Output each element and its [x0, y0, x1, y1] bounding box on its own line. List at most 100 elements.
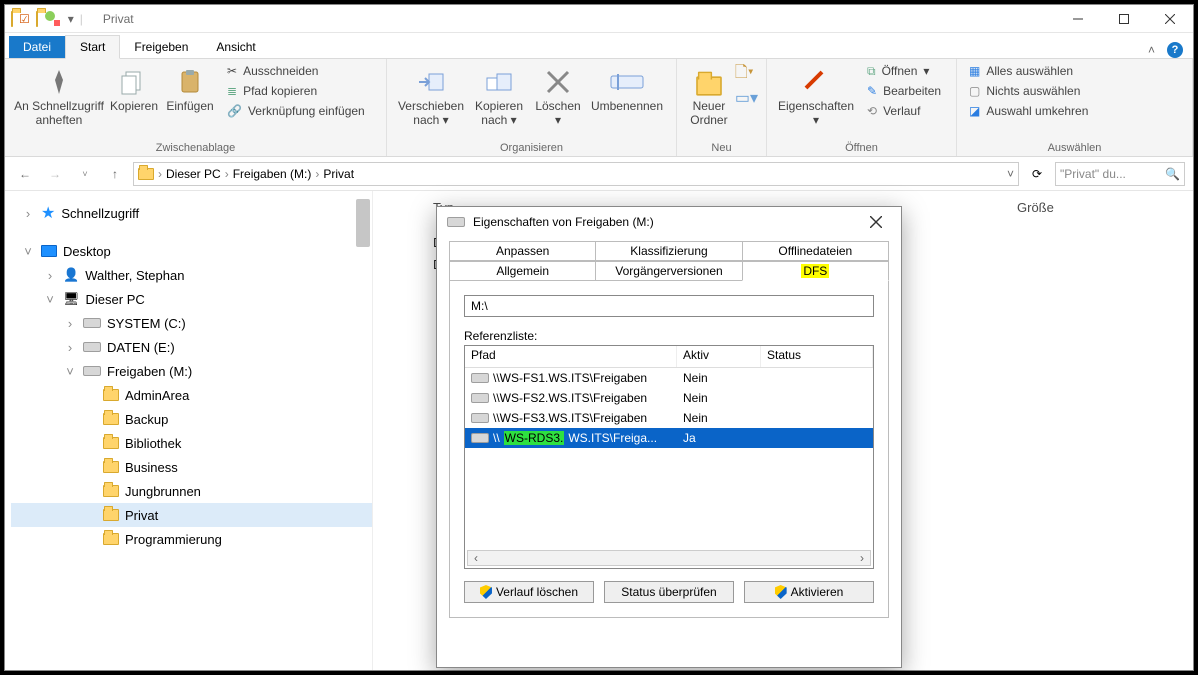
select-none-button[interactable]: ▢Nichts auswählen	[965, 81, 1092, 101]
paste-button[interactable]: Einfügen	[163, 61, 217, 113]
col-status[interactable]: Status	[761, 346, 873, 367]
minimize-button[interactable]	[1055, 5, 1101, 33]
new-item-icon[interactable]: 🗋▾	[735, 61, 758, 88]
pin-quickaccess-label: An Schnellzugriff anheften	[13, 99, 105, 127]
tree-folder[interactable]: AdminArea	[11, 383, 372, 407]
copy-to-label: Kopieren nach	[475, 99, 523, 127]
reference-list[interactable]: Pfad Aktiv Status \\WS-FS1.WS.ITS\Freiga…	[464, 345, 874, 569]
edit-button[interactable]: ✎Bearbeiten	[863, 81, 945, 101]
breadcrumb-part[interactable]: Dieser PC›	[166, 167, 229, 181]
activate-button[interactable]: Aktivieren	[744, 581, 874, 603]
tree-desktop[interactable]: ˅Desktop	[11, 239, 372, 263]
invert-label: Auswahl umkehren	[986, 104, 1088, 118]
tree-thispc[interactable]: ˅🖥Dieser PC	[11, 287, 372, 311]
qat-checkbox-icon[interactable]: ☑	[19, 12, 30, 26]
button-label: Status überprüfen	[621, 585, 716, 599]
tree-folder-selected[interactable]: Privat	[11, 503, 372, 527]
tree-scrollbar[interactable]	[356, 199, 370, 247]
reference-row[interactable]: \\WS-RDS3.WS.ITS\Freiga...Ja	[465, 428, 873, 448]
drive-icon	[83, 366, 101, 376]
dialog-tab-offlinedateien[interactable]: Offlinedateien	[742, 241, 889, 261]
new-folder-label: Neuer Ordner	[685, 99, 733, 127]
breadcrumb-part[interactable]: Privat	[323, 167, 354, 181]
rename-button[interactable]: Umbenennen	[587, 61, 667, 113]
reference-list-header[interactable]: Pfad Aktiv Status	[465, 346, 873, 368]
move-to-button[interactable]: Verschieben nach ▾	[395, 61, 467, 127]
clear-history-button[interactable]: Verlauf löschen	[464, 581, 594, 603]
back-button[interactable]: ←	[13, 162, 37, 186]
tree-volume-m[interactable]: ˅Freigaben (M:)	[11, 359, 372, 383]
reference-list-hscroll[interactable]: ‹ ›	[467, 550, 871, 566]
invert-selection-button[interactable]: ◪Auswahl umkehren	[965, 101, 1092, 121]
recent-locations-button[interactable]: ˅	[73, 162, 97, 186]
tree-folder[interactable]: Programmierung	[11, 527, 372, 551]
copy-button[interactable]: Kopieren	[107, 61, 161, 113]
properties-label: Eigenschaften	[778, 99, 854, 113]
column-size[interactable]: Größe	[1017, 200, 1054, 215]
search-input[interactable]: "Privat" du... 🔍	[1055, 162, 1185, 186]
scroll-right-icon[interactable]: ›	[854, 551, 870, 565]
ref-active-cell: Nein	[677, 391, 761, 405]
dialog-tab-klassifizierung[interactable]: Klassifizierung	[595, 241, 742, 261]
help-icon[interactable]: ?	[1167, 42, 1183, 58]
tree-volume-c[interactable]: ›SYSTEM (C:)	[11, 311, 372, 335]
tree-label: DATEN (E:)	[107, 340, 175, 355]
dfs-path-input[interactable]: M:\	[464, 295, 874, 317]
star-icon: ★	[41, 203, 55, 223]
cut-button[interactable]: ✂Ausschneiden	[223, 61, 369, 81]
copy-path-button[interactable]: ≣Pfad kopieren	[223, 81, 369, 101]
check-status-button[interactable]: Status überprüfen	[604, 581, 734, 603]
col-path[interactable]: Pfad	[465, 346, 677, 367]
qat-folder2-icon[interactable]	[36, 12, 38, 26]
reference-row[interactable]: \\WS-FS3.WS.ITS\FreigabenNein	[465, 408, 873, 428]
breadcrumb-dropdown-icon[interactable]: ˅	[1007, 167, 1014, 181]
tab-start[interactable]: Start	[65, 35, 120, 59]
copy-to-button[interactable]: Kopieren nach ▾	[469, 61, 529, 127]
breadcrumb-label: Freigaben (M:)	[233, 167, 312, 181]
reference-row[interactable]: \\WS-FS1.WS.ITS\FreigabenNein	[465, 368, 873, 388]
forward-button[interactable]: →	[43, 162, 67, 186]
tree-label: Schnellzugriff	[61, 206, 139, 221]
breadcrumb[interactable]: › Dieser PC› Freigaben (M:)› Privat ˅	[133, 162, 1019, 186]
properties-button[interactable]: Eigenschaften ▾	[775, 61, 857, 127]
pin-quickaccess-button[interactable]: An Schnellzugriff anheften	[13, 61, 105, 127]
reference-row[interactable]: \\WS-FS2.WS.ITS\FreigabenNein	[465, 388, 873, 408]
close-button[interactable]	[1147, 5, 1193, 33]
tree-quickaccess[interactable]: ›★Schnellzugriff	[11, 201, 372, 225]
refresh-button[interactable]: ⟳	[1025, 162, 1049, 186]
tree-folder[interactable]: Business	[11, 455, 372, 479]
tree-folder[interactable]: Backup	[11, 407, 372, 431]
tree-label: Jungbrunnen	[125, 484, 201, 499]
up-button[interactable]: ↑	[103, 162, 127, 186]
nav-tree[interactable]: ›★Schnellzugriff ˅Desktop ›👤Walther, Ste…	[5, 191, 373, 670]
breadcrumb-part[interactable]: Freigaben (M:)›	[233, 167, 320, 181]
delete-button[interactable]: Löschen ▾	[531, 61, 585, 127]
paste-link-button[interactable]: 🔗Verknüpfung einfügen	[223, 101, 369, 121]
ribbon-collapse-icon[interactable]: ˄	[1148, 43, 1155, 57]
tree-volume-e[interactable]: ›DATEN (E:)	[11, 335, 372, 359]
qat-new-icon[interactable]	[44, 10, 62, 28]
open-button[interactable]: ⧉Öffnen ▾	[863, 61, 945, 81]
tab-share[interactable]: Freigeben	[120, 36, 202, 58]
tree-folder[interactable]: Bibliothek	[11, 431, 372, 455]
easy-access-icon[interactable]: ▭▾	[735, 88, 758, 108]
dialog-tab-allgemein[interactable]: Allgemein	[449, 261, 596, 281]
history-button[interactable]: ⟲Verlauf	[863, 101, 945, 121]
col-active[interactable]: Aktiv	[677, 346, 761, 367]
copy-label: Kopieren	[107, 99, 161, 113]
tab-file[interactable]: Datei	[9, 36, 65, 58]
dialog-tab-anpassen[interactable]: Anpassen	[449, 241, 596, 261]
maximize-button[interactable]	[1101, 5, 1147, 33]
dialog-titlebar[interactable]: Eigenschaften von Freigaben (M:)	[437, 207, 901, 237]
scroll-left-icon[interactable]: ‹	[468, 551, 484, 565]
dialog-close-button[interactable]	[861, 207, 891, 237]
tab-view[interactable]: Ansicht	[202, 36, 269, 58]
dialog-tab-vorgaenger[interactable]: Vorgängerversionen	[595, 261, 742, 281]
new-folder-button[interactable]: Neuer Ordner	[685, 61, 733, 127]
select-all-button[interactable]: ▦Alles auswählen	[965, 61, 1092, 81]
qat-folder-icon[interactable]	[11, 12, 13, 26]
dialog-tab-dfs[interactable]: DFS	[742, 261, 889, 281]
qat-dropdown-icon[interactable]: ▾	[68, 12, 74, 26]
tree-user[interactable]: ›👤Walther, Stephan	[11, 263, 372, 287]
tree-folder[interactable]: Jungbrunnen	[11, 479, 372, 503]
